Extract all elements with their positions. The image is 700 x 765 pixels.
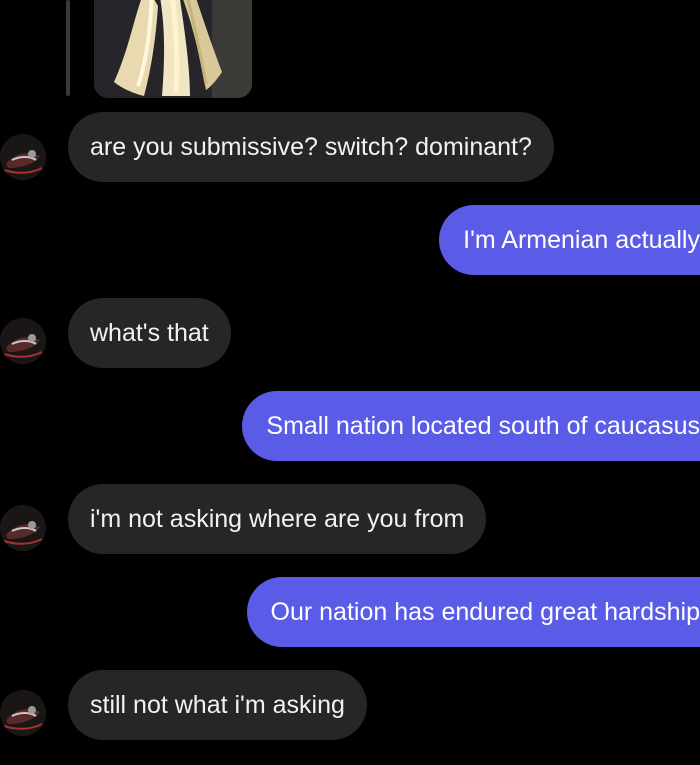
message-text: i'm not asking where are you from xyxy=(90,505,465,533)
message-text: Small nation located south of caucasus xyxy=(266,412,700,440)
received-message-bubble: are you submissive? switch? dominant? xyxy=(68,112,554,182)
contact-avatar-icon[interactable] xyxy=(0,690,46,736)
contact-avatar-icon[interactable] xyxy=(0,318,46,364)
sent-message-bubble: I'm Armenian actually xyxy=(439,205,700,275)
contact-avatar-icon[interactable] xyxy=(0,505,46,551)
reply-indicator-bar xyxy=(66,0,70,96)
message-text: still not what i'm asking xyxy=(90,691,345,719)
shared-photo[interactable] xyxy=(94,0,252,98)
contact-avatar-icon[interactable] xyxy=(0,134,46,180)
sent-message-bubble: Small nation located south of caucasus xyxy=(242,391,700,461)
message-text: Our nation has endured great hardship xyxy=(270,598,700,626)
chat-screen: are you submissive? switch? dominant? I'… xyxy=(0,0,700,765)
sent-message-bubble: Our nation has endured great hardship xyxy=(246,577,700,647)
message-text: are you submissive? switch? dominant? xyxy=(90,133,532,161)
message-text: I'm Armenian actually xyxy=(463,226,700,254)
received-message-bubble: i'm not asking where are you from xyxy=(68,484,487,554)
received-message-bubble: still not what i'm asking xyxy=(68,670,367,740)
received-message-bubble: what's that xyxy=(68,298,231,368)
photo-hair-icon xyxy=(94,0,252,98)
message-text: what's that xyxy=(90,319,209,347)
